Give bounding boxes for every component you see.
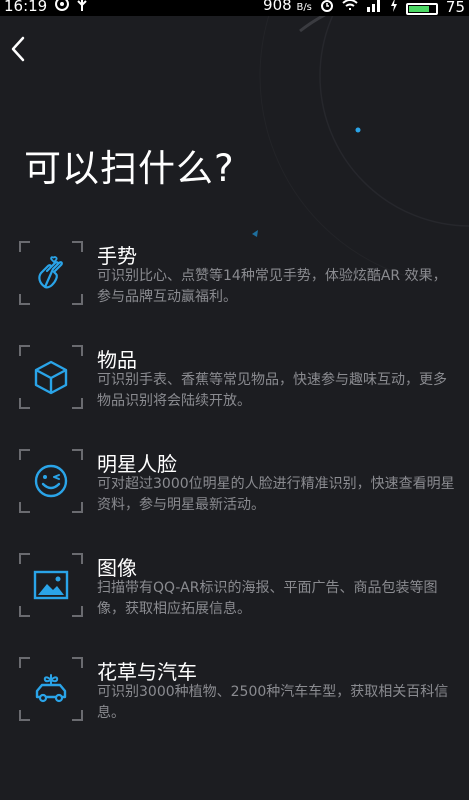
icon-frame [19,345,83,409]
list-item-image[interactable]: 图像 扫描带有QQ-AR标识的海报、平面广告、商品包装等图像，获取相应拓展信息。 [0,545,469,635]
item-title: 物品 [97,348,137,372]
battery-icon [405,2,438,15]
item-description: 可识别3000种植物、2500种汽车车型，获取相关百科信息。 [97,684,449,721]
list-item-celebrity-face[interactable]: 明星人脸 可对超过3000位明星的人脸进行精准识别，快速查看明星资料，参与明星最… [0,441,469,531]
item-description: 可对超过3000位明星的人脸进行精准识别，快速查看明星资料，参与明星最新活动。 [97,476,455,513]
item-title: 明星人脸 [97,452,177,476]
item-description: 扫描带有QQ-AR标识的海报、平面广告、商品包装等图像，获取相应拓展信息。 [97,580,438,617]
usb-icon [77,0,87,14]
battery-level: 75 [445,0,465,16]
item-title: 花草与汽车 [97,660,197,684]
icon-frame [19,657,83,721]
page-title: 可以扫什么? [24,147,235,190]
chevron-left-icon [11,36,25,62]
network-speed: 908 B/s [263,0,312,14]
list-item-plants-cars[interactable]: 花草与汽车 可识别3000种植物、2500种汽车车型，获取相关百科信息。 [0,649,469,739]
wifi-icon [342,0,358,15]
status-bar: 16:19 908 B/s 75 [0,0,469,16]
wink-face-icon [34,464,68,498]
back-button[interactable] [6,32,30,66]
cube-icon [34,360,68,395]
icon-frame [19,449,83,513]
hand-gesture-icon [38,256,63,289]
alarm-icon [320,0,334,15]
image-icon [33,570,69,600]
item-description: 可识别比心、点赞等14种常见手势，体验炫酷AR 效果，参与品牌互动赢福利。 [97,268,447,305]
car-plant-icon [35,674,67,703]
app-notification-icon [55,0,70,14]
item-title: 手势 [97,244,137,268]
list-item-object[interactable]: 物品 可识别手表、香蕉等常见物品，快速参与趣味互动，更多物品识别将会陆续开放。 [0,337,469,427]
icon-frame [19,241,83,305]
item-description: 可识别手表、香蕉等常见物品，快速参与趣味互动，更多物品识别将会陆续开放。 [97,372,447,409]
status-time: 16:19 [4,0,48,15]
charging-icon [390,0,398,15]
icon-frame [19,553,83,617]
list-item-gesture[interactable]: 手势 可识别比心、点赞等14种常见手势，体验炫酷AR 效果，参与品牌互动赢福利。 [0,233,469,323]
signal-icon [366,0,382,15]
item-title: 图像 [97,556,137,580]
